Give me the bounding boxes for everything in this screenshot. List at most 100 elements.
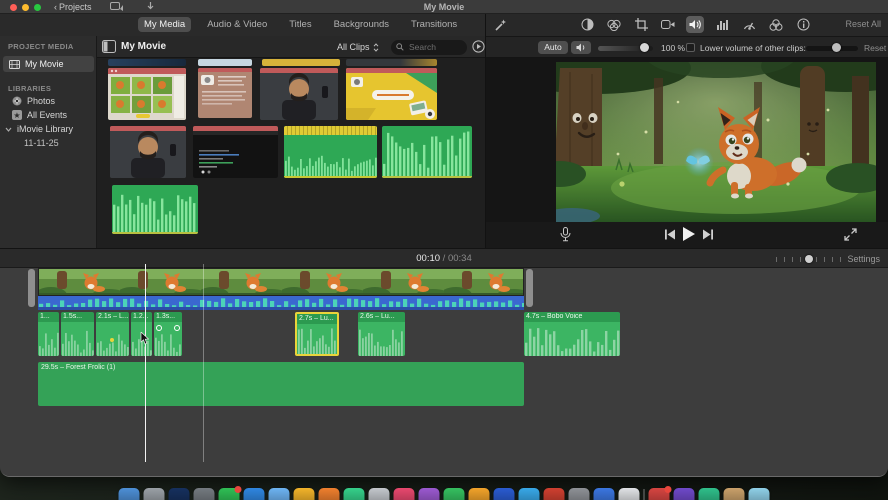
search-field[interactable] bbox=[391, 39, 467, 55]
sidebar-item-imovie-library[interactable]: iMovie Library bbox=[5, 124, 73, 134]
media-thumbnail-partial[interactable] bbox=[198, 59, 252, 66]
video-clip-filmstrip[interactable] bbox=[38, 268, 524, 296]
dock-app-icon[interactable] bbox=[443, 488, 465, 500]
search-input[interactable] bbox=[407, 41, 462, 53]
dock-app-icon[interactable] bbox=[648, 486, 672, 500]
media-thumbnail-audio-clip[interactable] bbox=[112, 185, 198, 234]
dock-app-icon[interactable] bbox=[143, 488, 165, 500]
audio-clip-label: 2.6s – Lu... bbox=[360, 313, 395, 320]
dock-app-icon[interactable] bbox=[543, 488, 565, 500]
volume-icon[interactable] bbox=[686, 16, 704, 33]
timeline-zoom-knob[interactable] bbox=[805, 255, 813, 263]
dock-app-icon[interactable] bbox=[193, 488, 215, 500]
audio-clip[interactable]: 1... bbox=[38, 312, 59, 356]
reset-all-button[interactable]: Reset All bbox=[845, 19, 881, 29]
fade-handle[interactable] bbox=[156, 325, 162, 331]
tab-backgrounds[interactable]: Backgrounds bbox=[328, 17, 395, 32]
clip-filter-icon[interactable] bbox=[767, 16, 785, 33]
media-thumbnail-partial[interactable] bbox=[346, 59, 437, 66]
lower-volume-checkbox[interactable] bbox=[686, 43, 695, 52]
volume-slider[interactable] bbox=[598, 43, 653, 52]
media-thumbnail-presenter-video[interactable] bbox=[110, 126, 186, 178]
audio-clip[interactable]: 1.5s... bbox=[61, 312, 94, 356]
dock-app-icon[interactable] bbox=[568, 488, 590, 500]
media-thumbnail-partial[interactable] bbox=[108, 59, 186, 66]
dock-app-icon[interactable] bbox=[418, 488, 440, 500]
preview-frame[interactable] bbox=[556, 62, 876, 222]
tab-my-media[interactable]: My Media bbox=[138, 17, 192, 32]
sidebar-item-all-events[interactable]: ★ All Events bbox=[12, 110, 67, 120]
dock-app-icon[interactable] bbox=[518, 488, 540, 500]
enhance-wand-icon[interactable] bbox=[494, 18, 508, 32]
media-thumbnail-audio-clip[interactable] bbox=[382, 126, 472, 178]
media-thumbnail-document[interactable] bbox=[198, 68, 252, 118]
stabilization-icon[interactable] bbox=[659, 16, 677, 33]
timeline-zoom-slider[interactable] bbox=[776, 255, 842, 263]
media-thumbnail-fox-grid[interactable] bbox=[108, 68, 186, 120]
mute-button[interactable] bbox=[571, 40, 591, 54]
timeline[interactable]: 1... 1.5s... 2.1s – L... 1.2... 1.3s... bbox=[0, 264, 888, 476]
dock-app-icon[interactable] bbox=[593, 488, 615, 500]
dock-app-icon[interactable] bbox=[118, 488, 140, 500]
audio-clip[interactable]: 4.7s – Bobo Voice bbox=[524, 312, 620, 356]
dock-app-icon[interactable] bbox=[268, 488, 290, 500]
dock-app-icon[interactable] bbox=[698, 488, 720, 500]
dock-app-icon[interactable] bbox=[368, 488, 390, 500]
info-icon[interactable] bbox=[794, 16, 812, 33]
media-thumbnail-audio-clip[interactable] bbox=[284, 126, 377, 178]
audio-clip[interactable]: 2.1s – L... bbox=[96, 312, 129, 356]
tab-audio-video[interactable]: Audio & Video bbox=[201, 17, 273, 32]
noise-reduction-icon[interactable] bbox=[713, 16, 731, 33]
video-clip-audio-track[interactable] bbox=[38, 296, 524, 310]
media-thumbnail-partial[interactable] bbox=[262, 59, 340, 66]
auto-volume-button[interactable]: Auto bbox=[538, 40, 568, 54]
timeline-settings-button[interactable]: Settings bbox=[847, 254, 880, 264]
next-frame-icon[interactable] bbox=[702, 229, 714, 240]
sidebar-toggle-icon[interactable] bbox=[102, 40, 116, 53]
ducking-slider[interactable] bbox=[806, 43, 858, 52]
dock-app-icon[interactable] bbox=[318, 488, 340, 500]
ducking-slider-knob[interactable] bbox=[832, 43, 841, 52]
dock-app-icon[interactable] bbox=[723, 488, 745, 500]
disclosure-chevron-icon[interactable] bbox=[5, 127, 12, 132]
sidebar-item-photos[interactable]: Photos bbox=[12, 96, 55, 106]
dock-app-icon[interactable] bbox=[243, 488, 265, 500]
media-thumbnail-code-window[interactable] bbox=[193, 126, 278, 178]
dock-app-icon[interactable] bbox=[618, 488, 640, 500]
clips-filter-dropdown[interactable]: All Clips bbox=[337, 42, 379, 52]
speed-icon[interactable] bbox=[740, 16, 758, 33]
play-icon[interactable] bbox=[682, 226, 696, 242]
dock-app-icon[interactable] bbox=[393, 488, 415, 500]
dock-app-icon[interactable] bbox=[493, 488, 515, 500]
record-voiceover-microphone-icon[interactable] bbox=[560, 227, 571, 242]
fullscreen-icon[interactable] bbox=[844, 228, 857, 241]
fade-handle[interactable] bbox=[174, 325, 180, 331]
crop-icon[interactable] bbox=[632, 16, 650, 33]
media-thumbnail-prompt-page[interactable] bbox=[346, 68, 437, 120]
reset-volume-button[interactable]: Reset bbox=[864, 43, 886, 53]
dock-app-icon[interactable] bbox=[748, 488, 770, 500]
dock-app-icon[interactable] bbox=[168, 488, 190, 500]
sidebar-item-date-library[interactable]: 11-11-25 bbox=[24, 138, 59, 148]
color-balance-icon[interactable] bbox=[578, 16, 596, 33]
dock-app-icon[interactable] bbox=[468, 488, 490, 500]
clip-trim-handle-left[interactable] bbox=[28, 269, 35, 307]
dock-app-icon[interactable] bbox=[673, 488, 695, 500]
clip-filter-circle-icon[interactable] bbox=[472, 40, 485, 53]
audio-clip[interactable]: 2.6s – Lu... bbox=[358, 312, 405, 356]
audio-clip-selected[interactable]: 2.7s – Lu... bbox=[295, 312, 339, 356]
dock-app-icon[interactable] bbox=[218, 486, 242, 500]
media-thumbnail-presenter-video[interactable] bbox=[260, 68, 338, 120]
color-correction-icon[interactable] bbox=[605, 16, 623, 33]
dock-app-icon[interactable] bbox=[343, 488, 365, 500]
tab-transitions[interactable]: Transitions bbox=[405, 17, 463, 32]
background-music-clip[interactable]: 29.5s – Forest Frolic (1) bbox=[38, 362, 524, 406]
window-titlebar[interactable]: ‹ Projects My Movie bbox=[0, 0, 888, 14]
tab-titles[interactable]: Titles bbox=[283, 17, 317, 32]
audio-clip[interactable]: 1.3s... bbox=[154, 312, 182, 356]
previous-frame-icon[interactable] bbox=[664, 229, 676, 240]
dock-app-icon[interactable] bbox=[293, 488, 315, 500]
clip-trim-handle-right[interactable] bbox=[526, 269, 533, 307]
volume-slider-knob[interactable] bbox=[640, 43, 649, 52]
playhead[interactable] bbox=[145, 264, 146, 462]
